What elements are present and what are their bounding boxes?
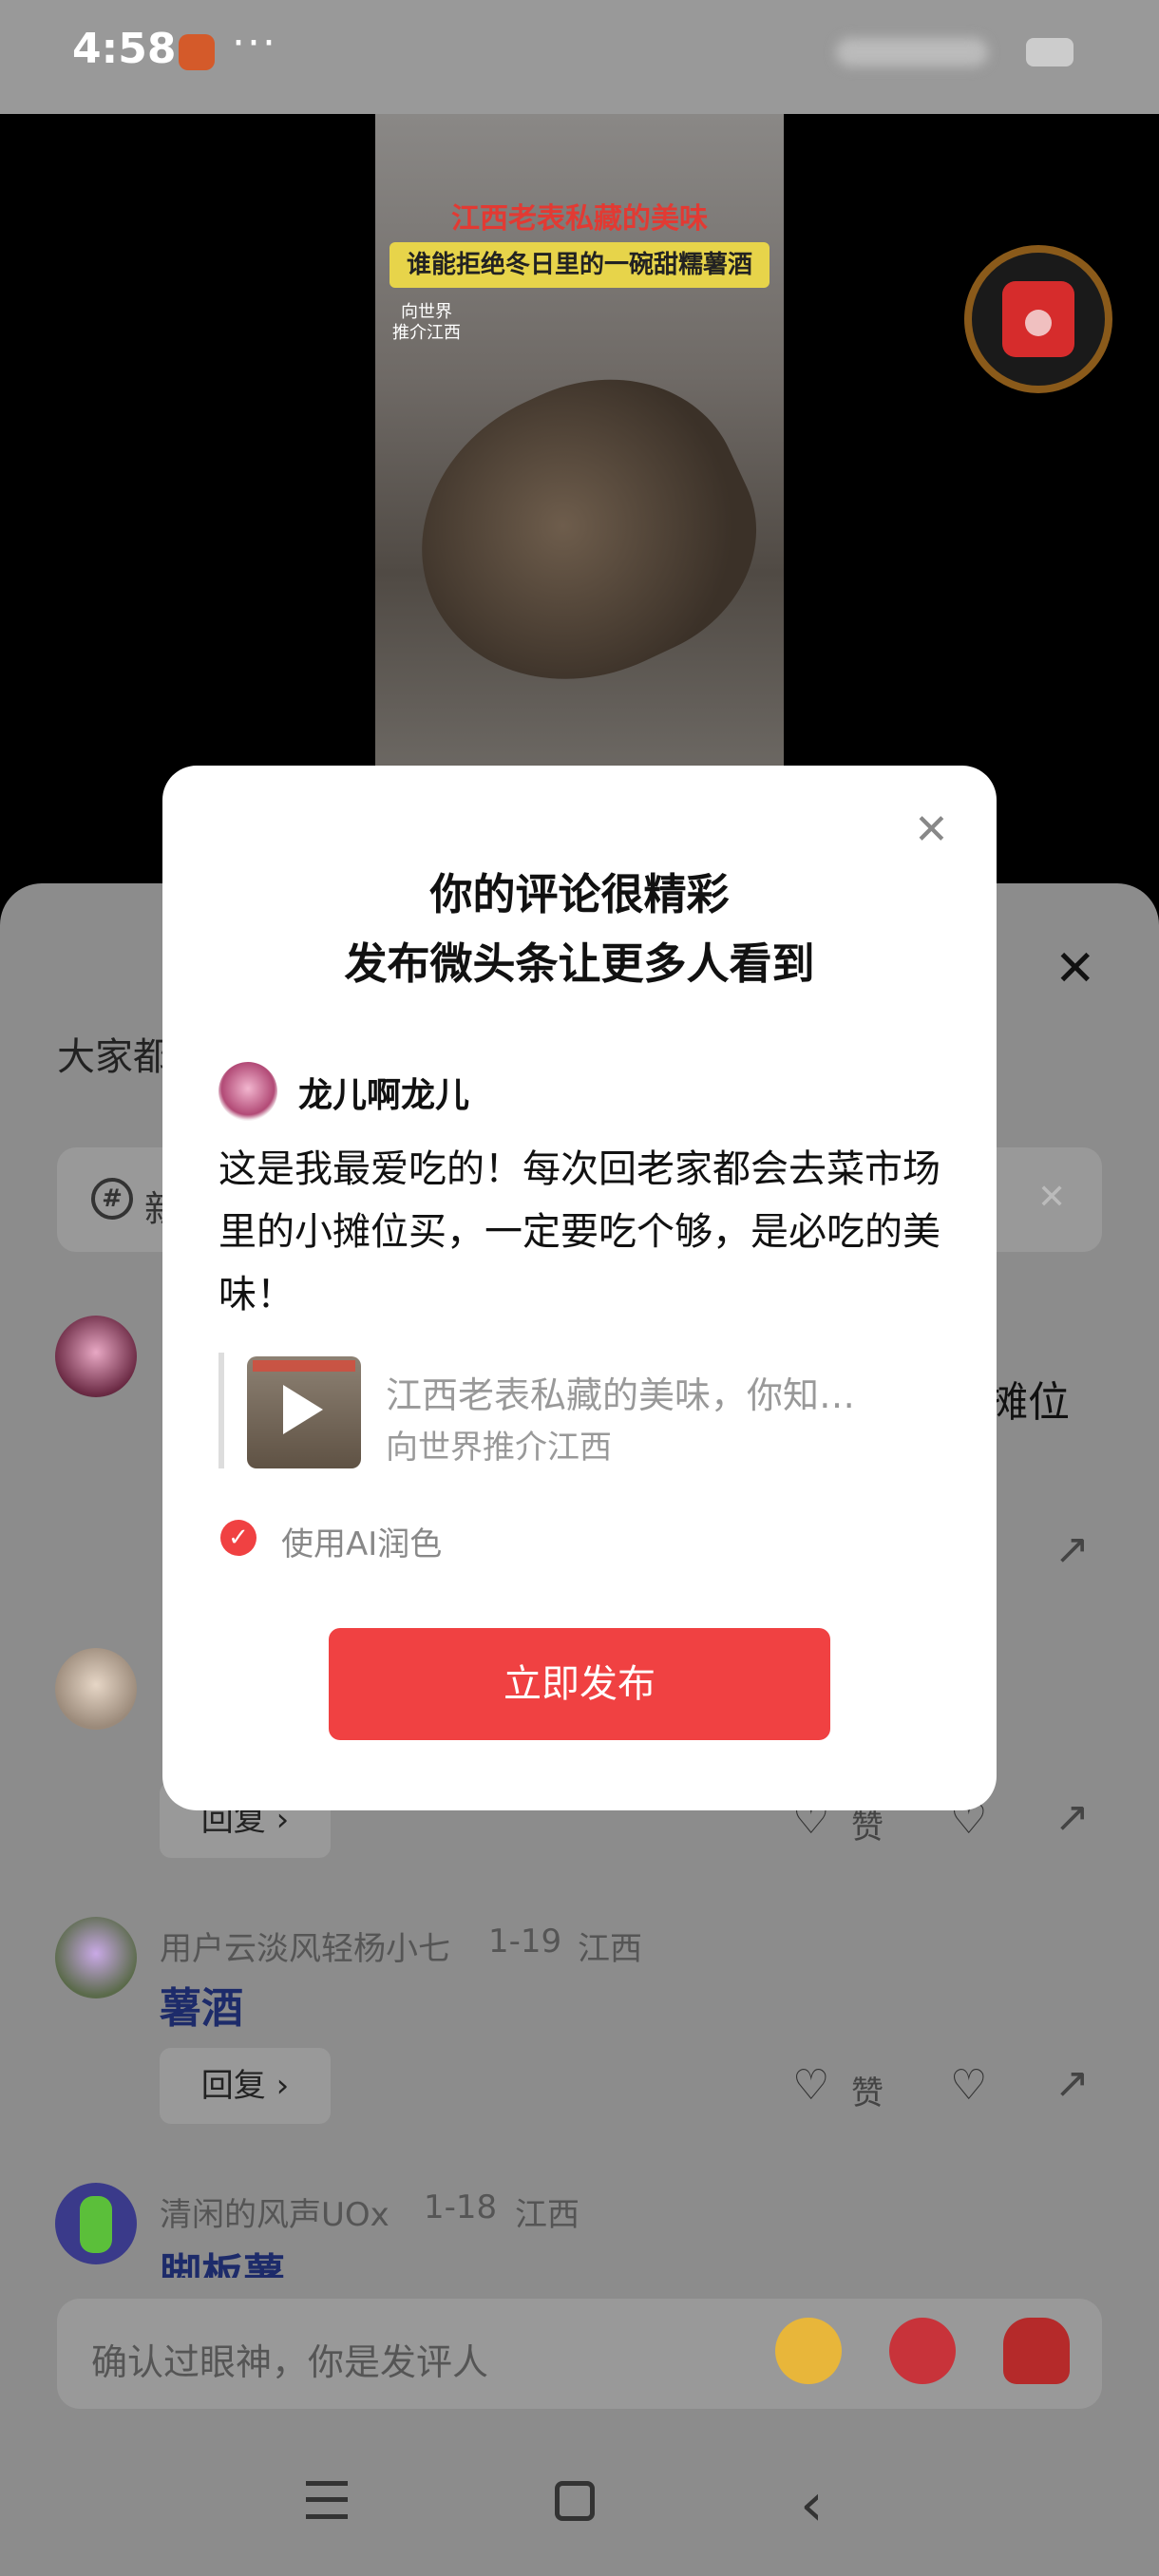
- dialog-title: 你的评论很精彩: [429, 869, 730, 919]
- menu-icon[interactable]: [306, 2481, 348, 2519]
- ai-polish-checkbox[interactable]: ✓: [220, 1520, 256, 1556]
- dialog-subtitle: 发布微头条让更多人看到: [344, 938, 815, 989]
- play-icon: [283, 1385, 323, 1434]
- comment-preview: 这是我最爱吃的！每次回老家都会去菜市场里的小摊位买，一定要吃个够，是必吃的美味！: [218, 1147, 940, 1316]
- ai-polish-label[interactable]: 使用AI润色: [281, 1518, 442, 1564]
- share-icon[interactable]: ↗: [1054, 1525, 1090, 1574]
- video-title: 江西老表私藏的美味: [451, 202, 708, 236]
- app-notification-icon: [179, 34, 215, 70]
- comment-date: 1-19: [488, 1923, 562, 1960]
- quote-divider: [218, 1353, 224, 1468]
- comment-text[interactable]: 薯酒: [160, 1974, 243, 2035]
- comment-text[interactable]: 脚板薯: [160, 2240, 285, 2278]
- comment-username[interactable]: 清闲的风声UOx: [160, 2188, 390, 2235]
- home-icon[interactable]: [555, 2481, 595, 2521]
- comment-text: 摊位: [986, 1378, 1070, 1427]
- comment-username[interactable]: 用户云淡风轻杨小七: [160, 1923, 450, 1969]
- status-time: 4:58: [72, 25, 177, 73]
- like-label[interactable]: 赞: [851, 2067, 884, 2113]
- hashtag-icon: #: [91, 1178, 133, 1220]
- video-subtitle: 谁能拒绝冬日里的一碗甜糯薯酒: [390, 242, 770, 288]
- comment-location: 江西: [515, 2196, 580, 2234]
- crying-emoji-icon[interactable]: [775, 2318, 842, 2384]
- comment-input-placeholder[interactable]: 确认过眼神，你是发评人: [91, 2333, 488, 2385]
- more-notifications-icon: ···: [232, 19, 277, 67]
- publish-button[interactable]: 立即发布: [329, 1628, 830, 1740]
- avatar[interactable]: [55, 1316, 137, 1397]
- share-icon[interactable]: ↗: [1054, 2059, 1090, 2108]
- rose-emoji-icon[interactable]: [1003, 2318, 1070, 2384]
- username: 龙儿啊龙儿: [298, 1076, 470, 1115]
- comment-date: 1-18: [424, 2188, 498, 2226]
- quote-source: 向世界推介江西: [386, 1429, 612, 1467]
- reply-button[interactable]: 回复 ›: [160, 2048, 331, 2124]
- topic-close-icon[interactable]: ✕: [1037, 1178, 1066, 1217]
- comment-location: 江西: [578, 1930, 642, 1968]
- quote-title: 江西老表私藏的美味，你知…: [386, 1374, 856, 1416]
- dialog-close-icon[interactable]: ✕: [914, 805, 949, 854]
- avatar[interactable]: [55, 1917, 137, 1998]
- back-icon[interactable]: ‹: [800, 2470, 824, 2539]
- dislike-icon[interactable]: ♡: [950, 2061, 987, 2110]
- video-watermark: 向世界 推介江西: [392, 302, 461, 343]
- avatar[interactable]: [55, 2183, 137, 2264]
- user-avatar: [218, 1062, 277, 1121]
- close-icon[interactable]: ✕: [1054, 940, 1096, 997]
- comment-sheet-header: 大家都: [57, 1035, 171, 1079]
- share-icon[interactable]: ↗: [1054, 1793, 1090, 1842]
- avatar[interactable]: [55, 1648, 137, 1730]
- red-packet-icon[interactable]: [964, 245, 1112, 393]
- angry-emoji-icon[interactable]: [889, 2318, 956, 2384]
- like-icon[interactable]: ♡: [792, 2061, 829, 2110]
- signal-icon: [836, 38, 988, 66]
- battery-icon: [1026, 38, 1074, 66]
